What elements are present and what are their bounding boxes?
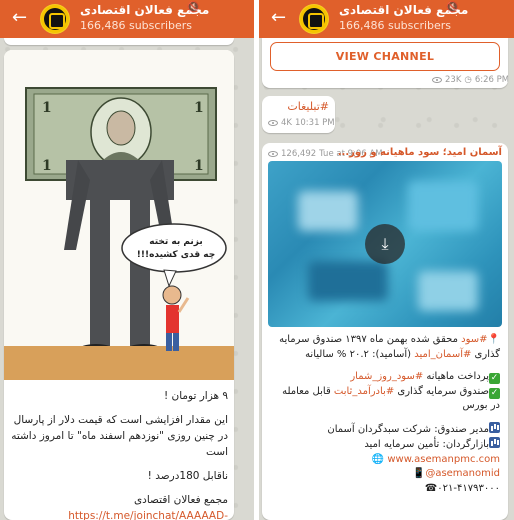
back-arrow-icon[interactable]: ← [12, 8, 27, 28]
image-post-bubble: 1 1 1 1 ONE DOLLAR [4, 50, 234, 520]
join-link[interactable]: https://t.me/joinchat/AAAAAD- [10, 508, 228, 520]
post-caption: ۹ هزار تومان ! این مقدار افزایشی است که … [10, 388, 228, 520]
views-eye-icon [268, 151, 278, 157]
post-text: بازارگردان: تأمین سرمایه امید [364, 439, 489, 450]
subscriber-count: 166,486 subscribers [80, 19, 193, 32]
views-eye-icon [268, 120, 278, 126]
message-time: 6:26 PM [474, 75, 508, 85]
download-icon[interactable]: ⤓ [365, 224, 405, 264]
phone-icon: 📱 [412, 468, 426, 479]
post-header: 126,492 Tue at 9:06 AM آسمان امید؛ سود م… [268, 147, 502, 161]
hashtag-daily-profit[interactable]: #سود_روز_شمار [350, 371, 423, 382]
views-count: 4K [281, 118, 292, 128]
handle-link[interactable]: @asemanomid [425, 468, 500, 479]
hashtag-aseman-omid[interactable]: #آسمان_امید [414, 349, 471, 360]
caption-line: ناقابل 180درصد ! [147, 470, 228, 482]
post-text: صندوق سرمایه گذاری [394, 385, 489, 397]
caption-line: مجمع فعالان اقتصادی [133, 494, 228, 506]
bar-chart-icon [489, 437, 500, 448]
post-text: مدیر صندوق: شرکت سبدگردان آسمان [327, 423, 489, 435]
post-line-3: ✓صندوق سرمایه گذاری #بادرآمد_ثابت قابل م… [270, 385, 500, 414]
svg-text:بزنم به تخته: بزنم به تخته [149, 237, 203, 247]
ad-post-bubble: 126,492 Tue at 9:06 AM آسمان امید؛ سود م… [262, 143, 508, 520]
post-line-1: 📍#سود محقق شده بهمن ماه ۱۳۹۷ صندوق سرمای… [270, 333, 500, 362]
views-eye-icon [432, 77, 442, 83]
hashtag-sood[interactable]: #سود [461, 334, 487, 345]
channel-avatar[interactable] [40, 4, 70, 34]
subscriber-count: 166,486 subscribers [339, 19, 452, 32]
channel-avatar[interactable] [299, 4, 329, 34]
dollar-cartoon-image[interactable]: 1 1 1 1 ONE DOLLAR [4, 50, 234, 380]
telephone-icon: ☎ [424, 482, 438, 494]
views-count: 126,492 [281, 149, 317, 159]
clock-icon: ◷ [464, 75, 472, 85]
pin-icon: 📍 [487, 334, 500, 345]
message-meta: 23K ◷ 6:26 PM [432, 75, 508, 85]
caption-line: ۹ هزار تومان ! [163, 390, 228, 402]
globe-icon: 🌐 [371, 453, 385, 465]
post-body: 📍#سود محقق شده بهمن ماه ۱۳۹۷ صندوق سرمای… [270, 333, 500, 496]
post-text: (آسامید): ۲۰.۲ % سالیانه [305, 348, 415, 360]
bar-chart-icon [489, 421, 500, 433]
svg-text:1: 1 [194, 100, 204, 116]
channel-header: ← مجمع فعالان اقتصادی 🔇 166,486 subscrib… [259, 0, 514, 38]
post-text: پرداخت ماهیانه [423, 371, 489, 382]
svg-text:1: 1 [42, 158, 52, 174]
left-chat-pane: 1 1 1 1 ONE DOLLAR [0, 0, 254, 520]
ad-tag-bubble: #تبلیغات 4K 10:31 PM [262, 96, 335, 133]
post-line-phone: ☎۰۲۱-۴۱۷۹۳۰۰۰ [270, 482, 500, 497]
view-channel-button[interactable]: VIEW CHANNEL [270, 42, 500, 71]
caption-line: این مقدار افزایشی است که قیمت دلار از پا… [11, 414, 228, 458]
back-arrow-icon[interactable]: ← [271, 8, 286, 28]
message-meta: 4K 10:31 PM [268, 118, 335, 128]
blurred-video-thumbnail[interactable]: ⤓ [268, 161, 502, 327]
hashtag-fixed-income[interactable]: #بادرآمد_ثابت [334, 386, 394, 397]
right-chat-pane: VIEW CHANNEL 23K ◷ 6:26 PM #تبلیغات 4K 1… [259, 0, 514, 520]
channel-logo-icon [303, 8, 325, 30]
post-line-4: مدیر صندوق: شرکت سبدگردان آسمان [270, 421, 500, 438]
svg-text:1: 1 [194, 158, 204, 174]
phone-number[interactable]: ۰۲۱-۴۱۷۹۳۰۰۰ [437, 483, 500, 494]
previous-message-bubble [4, 38, 234, 45]
check-icon: ✓ [489, 387, 500, 399]
post-line-handle: 📱@asemanomid [270, 467, 500, 482]
views-count: 23K [445, 75, 462, 85]
post-line-2: ✓پرداخت ماهیانه #سود_روز_شمار [270, 370, 500, 385]
channel-header: ← مجمع فعالان اقتصادی 🔇 166,486 subscrib… [0, 0, 254, 38]
mute-icon: 🔇 [187, 2, 200, 13]
channel-logo-icon [44, 8, 66, 30]
website-link[interactable]: www.asemanpmc.com [387, 454, 500, 465]
message-time: 10:31 PM [294, 118, 335, 128]
post-title[interactable]: آسمان امید؛ سود ماهیانه و روز... [338, 147, 502, 158]
check-icon: ✓ [489, 373, 500, 384]
mute-icon: 🔇 [446, 2, 459, 13]
svg-text:1: 1 [42, 100, 52, 116]
post-line-5: بازارگردان: تأمین سرمایه امید [270, 437, 500, 453]
view-channel-bubble: VIEW CHANNEL 23K ◷ 6:26 PM [262, 38, 508, 88]
svg-text:چه قدی کشیده!!!: چه قدی کشیده!!! [137, 250, 215, 260]
ads-hashtag[interactable]: #تبلیغات [287, 100, 329, 113]
post-line-website: 🌐 www.asemanpmc.com [270, 453, 500, 468]
